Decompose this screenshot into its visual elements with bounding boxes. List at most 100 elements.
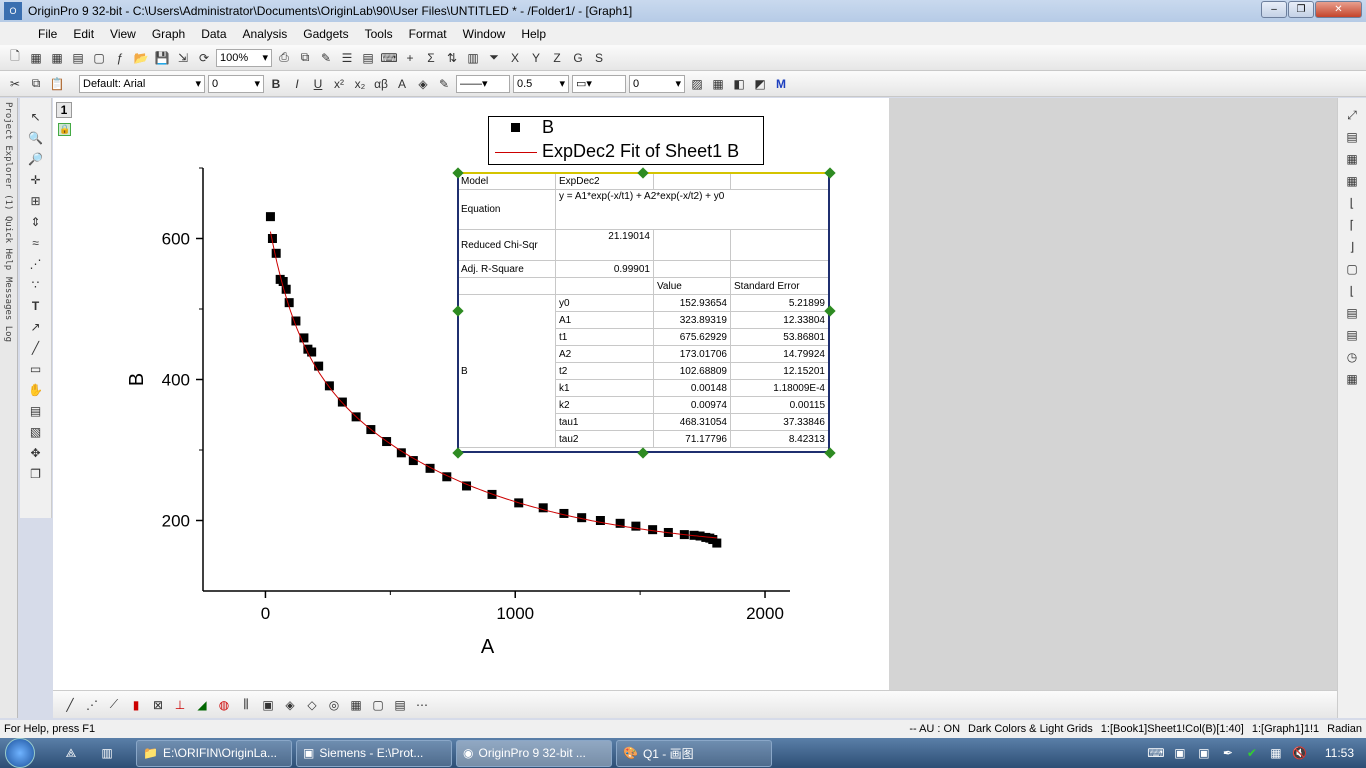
border-icon[interactable]: ⌊ [1343, 282, 1361, 300]
screen-reader-icon[interactable]: ✛ [27, 171, 45, 189]
maximize-button[interactable]: ❐ [1288, 1, 1314, 18]
font-select[interactable]: Default: Arial ▾ [79, 74, 205, 93]
sort-icon[interactable]: ⇅ [443, 49, 461, 67]
text-tool-icon[interactable]: T [27, 297, 45, 315]
menu-file[interactable]: File [30, 27, 65, 41]
tab-project-explorer[interactable]: Project Explorer (1) [3, 102, 13, 210]
frame-icon[interactable]: ▢ [1343, 260, 1361, 278]
menu-gadgets[interactable]: Gadgets [295, 27, 356, 41]
area-icon[interactable]: ◢ [193, 696, 211, 714]
menu-graph[interactable]: Graph [144, 27, 193, 41]
layer-icon[interactable]: ▤ [1343, 128, 1361, 146]
group-icon[interactable]: ◩ [751, 75, 769, 93]
open-icon[interactable]: 📂 [132, 49, 150, 67]
copy-page-icon[interactable]: ⧉ [296, 49, 314, 67]
annotation-icon[interactable]: ▤ [27, 402, 45, 420]
pattern-icon[interactable]: ▨ [688, 75, 706, 93]
keyboard-icon[interactable]: ⌨ [1147, 744, 1165, 762]
task-siemens[interactable]: ▣ Siemens - E:\Prot... [296, 739, 452, 767]
surface-icon[interactable]: ◇ [303, 696, 321, 714]
zoom-in-icon[interactable]: 🔍 [27, 129, 45, 147]
new-workbook-icon[interactable]: ▦ [27, 49, 45, 67]
set-s-icon[interactable]: S [590, 49, 608, 67]
set-y-icon[interactable]: Y [527, 49, 545, 67]
fill-value-select[interactable]: 0 ▾ [629, 74, 685, 93]
data-reader-icon[interactable]: ⊞ [27, 192, 45, 210]
statistics-icon[interactable]: ⊠ [149, 696, 167, 714]
network-icon[interactable]: ▦ [1267, 744, 1285, 762]
clock[interactable]: 11:53 [1325, 746, 1354, 760]
print-icon[interactable]: ⎙ [275, 49, 293, 67]
menu-data[interactable]: Data [193, 27, 234, 41]
line-width-select[interactable]: 0.5 ▾ [513, 74, 569, 93]
stock-icon[interactable]: ⫼ [237, 696, 255, 714]
volume-icon[interactable]: 🔇 [1291, 744, 1309, 762]
security-icon[interactable]: ✔ [1243, 744, 1261, 762]
grid-icon[interactable]: ▦ [709, 75, 727, 93]
zoom-out-icon[interactable]: 🔎 [27, 150, 45, 168]
line-style-select[interactable]: ——▾ [456, 74, 510, 93]
line-color-icon[interactable]: ✎ [435, 75, 453, 93]
objects-icon[interactable]: ⋯ [413, 696, 431, 714]
refresh-icon[interactable]: ⟳ [195, 49, 213, 67]
tia-tray-icon[interactable]: ▣ [1171, 744, 1189, 762]
sum-icon[interactable]: Σ [422, 49, 440, 67]
bring-front-icon[interactable]: ◧ [730, 75, 748, 93]
data-selector-icon[interactable]: ⇕ [27, 213, 45, 231]
greek-icon[interactable]: αβ [372, 75, 390, 93]
rescale-icon[interactable]: ⤢ [1343, 106, 1361, 124]
merge-icon[interactable]: ▦ [1343, 150, 1361, 168]
table-icon[interactable]: ▦ [1343, 370, 1361, 388]
task-paint[interactable]: 🎨 Q1 - 画图 [616, 739, 772, 767]
move-icon[interactable]: ✥ [27, 444, 45, 462]
new-layout-icon[interactable]: ▢ [90, 49, 108, 67]
close-button[interactable]: ✕ [1315, 1, 1362, 18]
menu-format[interactable]: Format [401, 27, 455, 41]
font-size-select[interactable]: 0 ▾ [208, 74, 264, 93]
draw-data-icon[interactable]: ≈ [27, 234, 45, 252]
3d-plot-icon[interactable]: ◈ [281, 696, 299, 714]
rectangle-tool-icon[interactable]: ▭ [27, 360, 45, 378]
line-symbol-icon[interactable]: ⟋ [105, 696, 123, 714]
grid-plot-icon[interactable]: ▦ [347, 696, 365, 714]
line-plot-icon[interactable]: ╱ [61, 696, 79, 714]
menu-view[interactable]: View [102, 27, 144, 41]
new-matrix-icon[interactable]: ▦ [48, 49, 66, 67]
new-project-icon[interactable]: 🗋 [6, 49, 24, 67]
arrange-icon[interactable]: ▦ [1343, 172, 1361, 190]
minimize-button[interactable]: – [1261, 1, 1287, 18]
zoom-select[interactable]: 100% ▾ [216, 48, 272, 67]
template-icon[interactable]: ▣ [259, 696, 277, 714]
license-icon[interactable]: ▣ [1195, 744, 1213, 762]
font-color-icon[interactable]: A [393, 75, 411, 93]
project-explorer-icon[interactable]: ☰ [338, 49, 356, 67]
calculator-icon[interactable]: ▥ [98, 744, 116, 762]
axis-top-icon[interactable]: ⌈ [1343, 216, 1361, 234]
scatter-plot-icon[interactable]: ⋰ [83, 696, 101, 714]
menu-window[interactable]: Window [455, 27, 514, 41]
image-plot-icon[interactable]: ▢ [369, 696, 387, 714]
quicklaunch-icon[interactable]: ⟁ [62, 744, 80, 762]
pointer-icon[interactable]: ↖ [27, 108, 45, 126]
mask-icon[interactable]: ∵ [27, 276, 45, 294]
start-button[interactable] [0, 738, 40, 768]
tab-messages-log[interactable]: Messages Log [3, 277, 13, 342]
menu-help[interactable]: Help [513, 27, 554, 41]
axis-icon[interactable]: ⌊ [1343, 194, 1361, 212]
info-icon[interactable]: ▤ [1343, 326, 1361, 344]
italic-icon[interactable]: I [288, 75, 306, 93]
add-layer-icon[interactable]: + [401, 49, 419, 67]
cut-icon[interactable]: ✂ [6, 75, 24, 93]
filter-icon[interactable]: ⏷ [485, 49, 503, 67]
task-origin[interactable]: ◉ OriginPro 9 32-bit ... [456, 739, 612, 767]
box-chart-icon[interactable]: ⊥ [171, 696, 189, 714]
set-label-icon[interactable]: G [569, 49, 587, 67]
task-explorer[interactable]: 📁 E:\ORIFIN\OriginLa... [136, 739, 292, 767]
column-icon[interactable]: ▮ [127, 696, 145, 714]
new-graph-icon[interactable]: ▤ [69, 49, 87, 67]
insert-graph-icon[interactable]: ▧ [27, 423, 45, 441]
bold-icon[interactable]: B [267, 75, 285, 93]
set-x-icon[interactable]: X [506, 49, 524, 67]
arrow-tool-icon[interactable]: ↗ [27, 318, 45, 336]
import-icon[interactable]: ⇲ [174, 49, 192, 67]
